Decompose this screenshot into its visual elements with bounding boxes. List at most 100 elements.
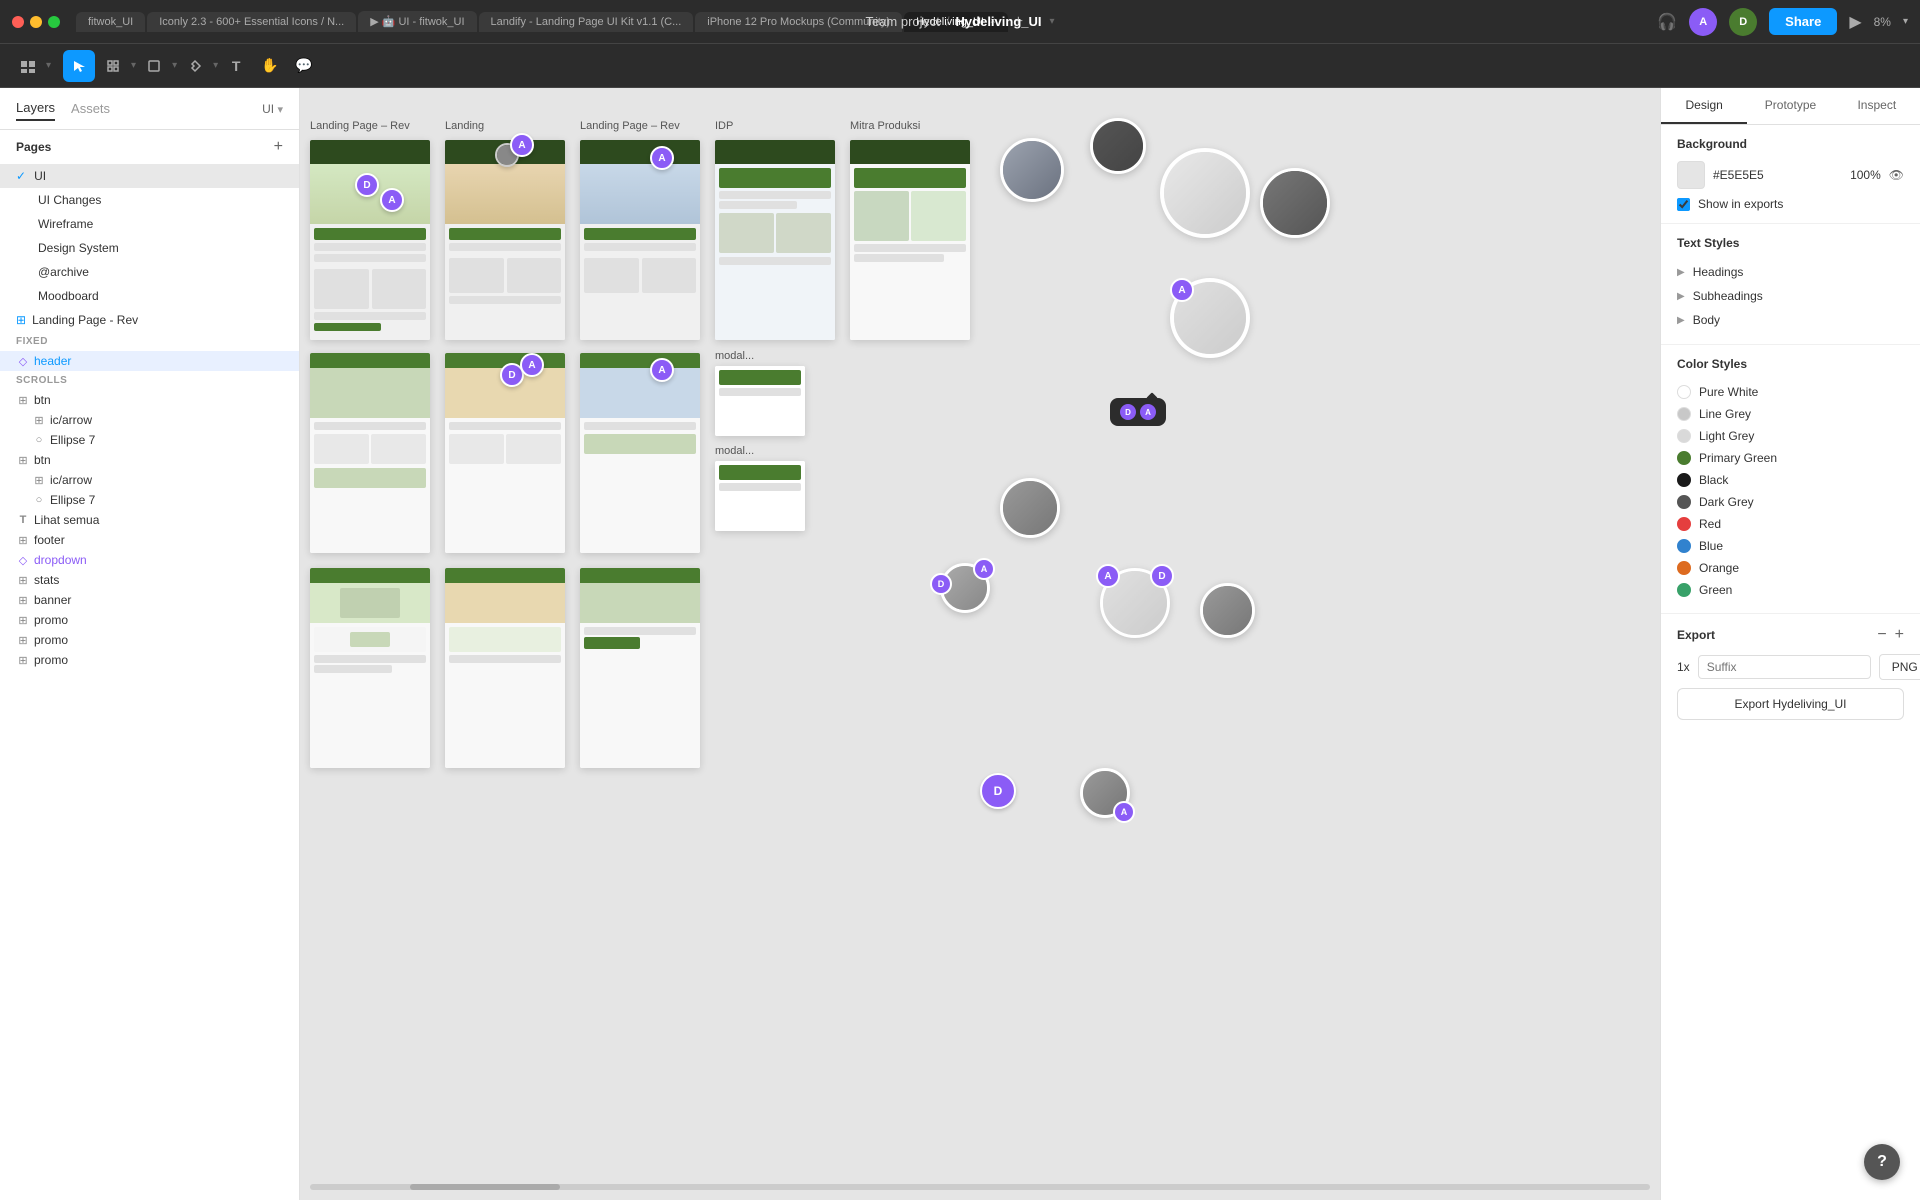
frame-thumb-modal-2[interactable] — [715, 461, 805, 531]
text-style-headings[interactable]: ▶ Headings — [1677, 260, 1904, 284]
background-color-swatch[interactable] — [1677, 161, 1705, 189]
frame-thumb-8[interactable] — [580, 353, 700, 553]
layer-ic-arrow-2[interactable]: ⊞ ic/arrow — [0, 470, 299, 490]
menu-arrow[interactable]: ▾ — [46, 60, 51, 71]
layer-promo-1[interactable]: ⊞ promo — [0, 610, 299, 630]
browser-tab-fitwok2[interactable]: ▶ 🤖 UI - fitwok_UI — [358, 11, 476, 32]
menu-tool[interactable] — [12, 50, 44, 82]
layer-label: header — [34, 354, 71, 368]
zoom-level[interactable]: 8% — [1874, 15, 1891, 29]
layer-promo-2[interactable]: ⊞ promo — [0, 630, 299, 650]
comment-tool[interactable]: 💬 — [288, 50, 320, 82]
page-item-landing[interactable]: ⊞ Landing Page - Rev — [0, 308, 299, 332]
user-avatar[interactable]: A — [1689, 8, 1717, 36]
play-icon[interactable]: ▶ — [1849, 12, 1861, 32]
page-item-moodboard[interactable]: Moodboard — [0, 284, 299, 308]
color-style-red[interactable]: Red — [1677, 513, 1904, 535]
close-traffic-light[interactable] — [12, 16, 24, 28]
shape-tool[interactable] — [138, 50, 170, 82]
eye-icon[interactable]: 👁 — [1889, 168, 1904, 182]
layer-btn-2[interactable]: ⊞ btn — [0, 450, 299, 470]
export-button[interactable]: Export Hydeliving_UI — [1677, 688, 1904, 720]
remove-export-button[interactable]: − — [1877, 626, 1886, 644]
color-style-orange[interactable]: Orange — [1677, 557, 1904, 579]
show-in-exports-checkbox[interactable] — [1677, 198, 1690, 211]
color-style-blue[interactable]: Blue — [1677, 535, 1904, 557]
frame-thumb-10[interactable] — [445, 568, 565, 768]
canvas-floating-avatar-4 — [1000, 478, 1060, 538]
layer-ellipse-2[interactable]: ○ Ellipse 7 — [0, 490, 299, 510]
layer-label: promo — [34, 653, 68, 667]
tab-layers[interactable]: Layers — [16, 96, 55, 121]
zoom-dropdown-arrow[interactable]: ▾ — [1903, 16, 1908, 27]
page-item-ui[interactable]: ✓ UI — [0, 164, 299, 188]
text-style-subheadings[interactable]: ▶ Subheadings — [1677, 284, 1904, 308]
browser-tab-landify[interactable]: Landify - Landing Page UI Kit v1.1 (C... — [479, 12, 694, 32]
frame-tool[interactable] — [97, 50, 129, 82]
frame-thumb-4[interactable] — [715, 140, 835, 340]
frame-thumb-modal-1[interactable] — [715, 366, 805, 436]
frame-icon: ⊞ — [16, 594, 30, 607]
layer-header[interactable]: ◇ header — [0, 351, 299, 371]
tab-prototype[interactable]: Prototype — [1747, 88, 1833, 124]
color-style-green[interactable]: Green — [1677, 579, 1904, 601]
add-export-button[interactable]: + — [1895, 626, 1904, 644]
maximize-traffic-light[interactable] — [48, 16, 60, 28]
layer-promo-3[interactable]: ⊞ promo — [0, 650, 299, 670]
hand-tool[interactable]: ✋ — [254, 50, 286, 82]
share-button[interactable]: Share — [1769, 8, 1837, 35]
page-item-design-system[interactable]: Design System — [0, 236, 299, 260]
tab-design[interactable]: Design — [1661, 88, 1747, 124]
frame-thumb-11[interactable] — [580, 568, 700, 768]
frame-thumb-5[interactable] — [850, 140, 970, 340]
browser-tab-iconly[interactable]: Iconly 2.3 - 600+ Essential Icons / N... — [147, 12, 356, 32]
page-item-archive[interactable]: @archive — [0, 260, 299, 284]
chevron-right-icon: ▶ — [1677, 267, 1685, 278]
export-format-select[interactable]: PNG JPG SVG PDF — [1879, 654, 1920, 680]
color-style-black[interactable]: Black — [1677, 469, 1904, 491]
tab-assets[interactable]: Assets — [71, 97, 110, 120]
minimize-traffic-light[interactable] — [30, 16, 42, 28]
frame-thumb-6[interactable] — [310, 353, 430, 553]
color-style-pure-white[interactable]: Pure White — [1677, 381, 1904, 403]
layer-footer[interactable]: ⊞ footer — [0, 530, 299, 550]
chevron-right-icon: ▶ — [1677, 291, 1685, 302]
add-page-button[interactable]: + — [274, 138, 283, 156]
layer-ellipse-1[interactable]: ○ Ellipse 7 — [0, 430, 299, 450]
frame-thumb-3[interactable] — [580, 140, 700, 340]
layer-banner[interactable]: ⊞ banner — [0, 590, 299, 610]
layer-stats[interactable]: ⊞ stats — [0, 570, 299, 590]
layer-dropdown[interactable]: ◇ dropdown — [0, 550, 299, 570]
help-button[interactable]: ? — [1864, 1144, 1900, 1180]
text-tool[interactable]: T — [220, 50, 252, 82]
frame-thumb-1[interactable] — [310, 140, 430, 340]
page-item-wireframe[interactable]: Wireframe — [0, 212, 299, 236]
file-dropdown-arrow[interactable]: ▾ — [1049, 16, 1054, 27]
text-style-body[interactable]: ▶ Body — [1677, 308, 1904, 332]
headphone-icon[interactable]: 🎧 — [1657, 12, 1677, 32]
background-hex-value[interactable]: #E5E5E5 — [1713, 168, 1823, 182]
pen-arrow[interactable]: ▾ — [213, 60, 218, 71]
layer-ic-arrow-1[interactable]: ⊞ ic/arrow — [0, 410, 299, 430]
color-style-line-grey[interactable]: Line Grey — [1677, 403, 1904, 425]
page-item-ui-changes[interactable]: UI Changes — [0, 188, 299, 212]
file-name[interactable]: Hydeliving_UI — [956, 14, 1042, 29]
select-tool[interactable] — [63, 50, 95, 82]
tab-inspect[interactable]: Inspect — [1834, 88, 1920, 124]
export-suffix-input[interactable] — [1698, 655, 1871, 679]
frame-thumb-9[interactable] — [310, 568, 430, 768]
browser-tab-fitwok[interactable]: fitwok_UI — [76, 12, 145, 32]
color-style-light-grey[interactable]: Light Grey — [1677, 425, 1904, 447]
layer-lihat-semua[interactable]: T Lihat semua — [0, 510, 299, 530]
color-style-primary-green[interactable]: Primary Green — [1677, 447, 1904, 469]
pen-tool[interactable] — [179, 50, 211, 82]
color-style-dark-grey[interactable]: Dark Grey — [1677, 491, 1904, 513]
user-avatar-2[interactable]: D — [1729, 8, 1757, 36]
frame-thumb-2[interactable] — [445, 140, 565, 340]
canvas[interactable]: Landing Page – Rev — [300, 88, 1660, 1200]
shape-arrow[interactable]: ▾ — [172, 60, 177, 71]
background-opacity[interactable]: 100% — [1831, 168, 1881, 182]
layer-btn-1[interactable]: ⊞ btn — [0, 390, 299, 410]
canvas-scrollbar[interactable] — [310, 1184, 1650, 1190]
frame-arrow[interactable]: ▾ — [131, 60, 136, 71]
